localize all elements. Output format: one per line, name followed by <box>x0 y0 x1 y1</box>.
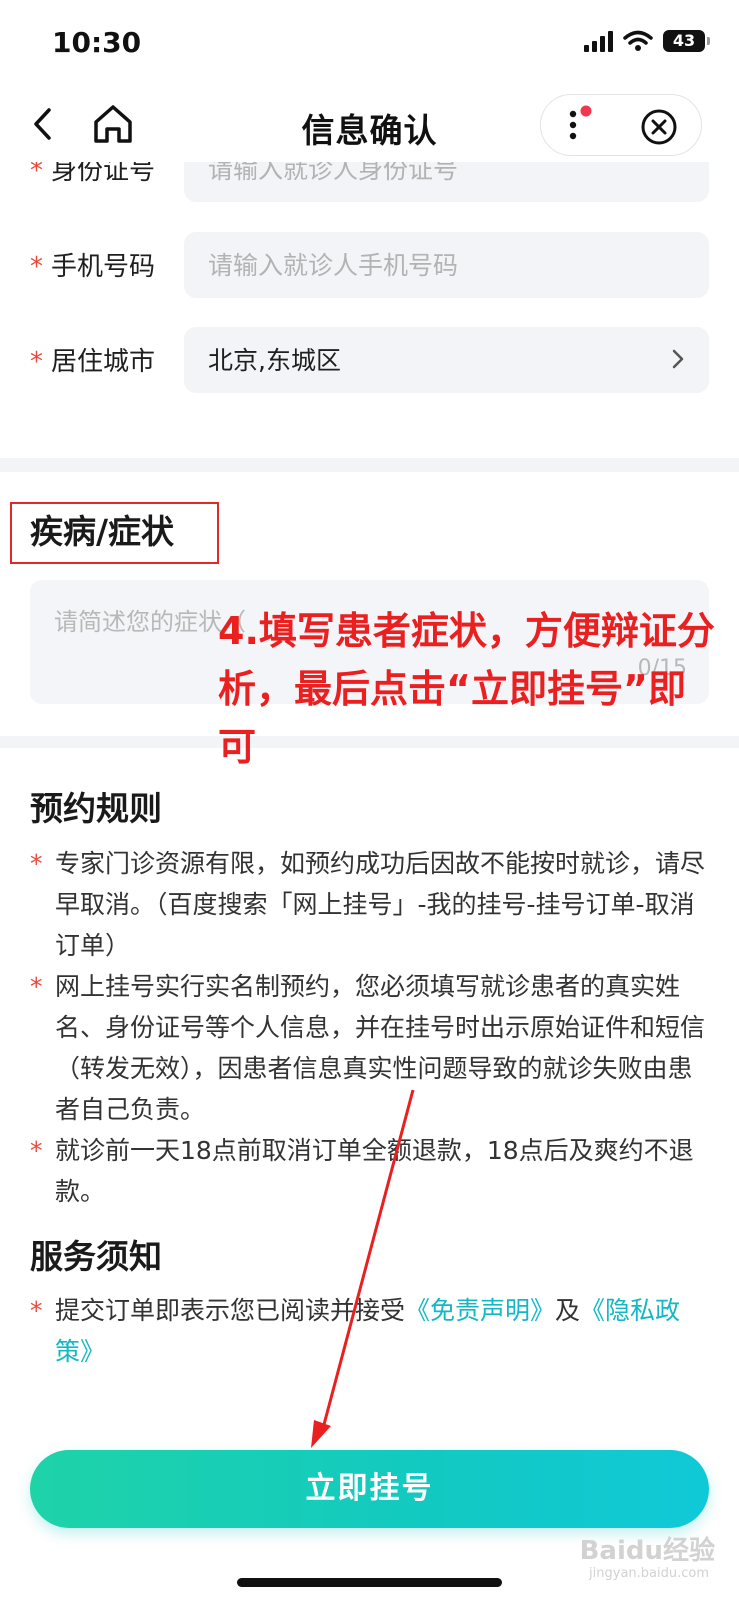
phone-row: * 手机号码 请输入就诊人手机号码 <box>0 232 739 298</box>
rule-bullet: * <box>30 972 43 1001</box>
city-label: * 居住城市 <box>30 347 156 377</box>
nav-bar: 信息确认 <box>0 88 739 162</box>
service-text: 提交订单即表示您已阅读并接受《免责声明》及《隐私政策》 <box>55 1296 681 1366</box>
disclaimer-link[interactable]: 《免责声明》 <box>405 1296 555 1325</box>
required-mark: * <box>30 252 43 282</box>
rule-bullet: * <box>30 849 43 878</box>
more-vertical-icon[interactable] <box>561 105 601 147</box>
wifi-icon <box>623 30 653 51</box>
city-select[interactable]: 北京,东城区 <box>184 327 709 393</box>
service-notice: * 提交订单即表示您已阅读并接受《免责声明》及《隐私政策》 <box>30 1290 710 1372</box>
status-bar: 10:30 43 <box>0 0 739 88</box>
city-value: 北京,东城区 <box>208 346 341 375</box>
register-now-button[interactable]: 立即挂号 <box>30 1450 709 1528</box>
rule-text: 专家门诊资源有限，如预约成功后因故不能按时就诊，请尽早取消。（百度搜索「网上挂号… <box>55 849 706 960</box>
close-circle-icon[interactable] <box>639 107 679 147</box>
tutorial-annotation: 4.填写患者症状，方便辩证分析，最后点击“立即挂号”即可 <box>218 609 715 769</box>
menu-capsule <box>540 94 702 156</box>
status-time: 10:30 <box>52 26 142 59</box>
status-icons: 43 <box>584 30 710 52</box>
baidu-watermark: Baidu经验 <box>579 1536 715 1566</box>
home-indicator <box>237 1578 502 1587</box>
rule-text: 就诊前一天18点前取消订单全额退款，18点后及爽约不退款。 <box>55 1136 694 1206</box>
phone-label: * 手机号码 <box>30 252 156 282</box>
section-divider <box>0 458 739 472</box>
baidu-watermark-url: jingyan.baidu.com <box>589 1566 709 1581</box>
chevron-right-icon <box>672 349 684 369</box>
battery-indicator: 43 <box>663 30 710 52</box>
required-mark: * <box>30 347 43 377</box>
rule-bullet: * <box>30 1136 43 1165</box>
rule-text: 网上挂号实行实名制预约，您必须填写就诊患者的真实姓名、身份证号等个人信息，并在挂… <box>55 972 706 1124</box>
rule-item: * 就诊前一天18点前取消订单全额退款，18点后及爽约不退款。 <box>30 1130 710 1212</box>
phone-input[interactable]: 请输入就诊人手机号码 <box>184 232 709 298</box>
rule-item: * 网上挂号实行实名制预约，您必须填写就诊患者的真实姓名、身份证号等个人信息，并… <box>30 966 710 1130</box>
city-row: * 居住城市 北京,东城区 <box>0 327 739 393</box>
rule-bullet: * <box>30 1296 43 1325</box>
rules-section-title: 预约规则 <box>30 789 162 828</box>
rule-item: * 专家门诊资源有限，如预约成功后因故不能按时就诊，请尽早取消。（百度搜索「网上… <box>30 843 710 966</box>
signal-icon <box>584 30 613 52</box>
highlight-box <box>10 502 219 564</box>
service-section-title: 服务须知 <box>30 1237 162 1276</box>
